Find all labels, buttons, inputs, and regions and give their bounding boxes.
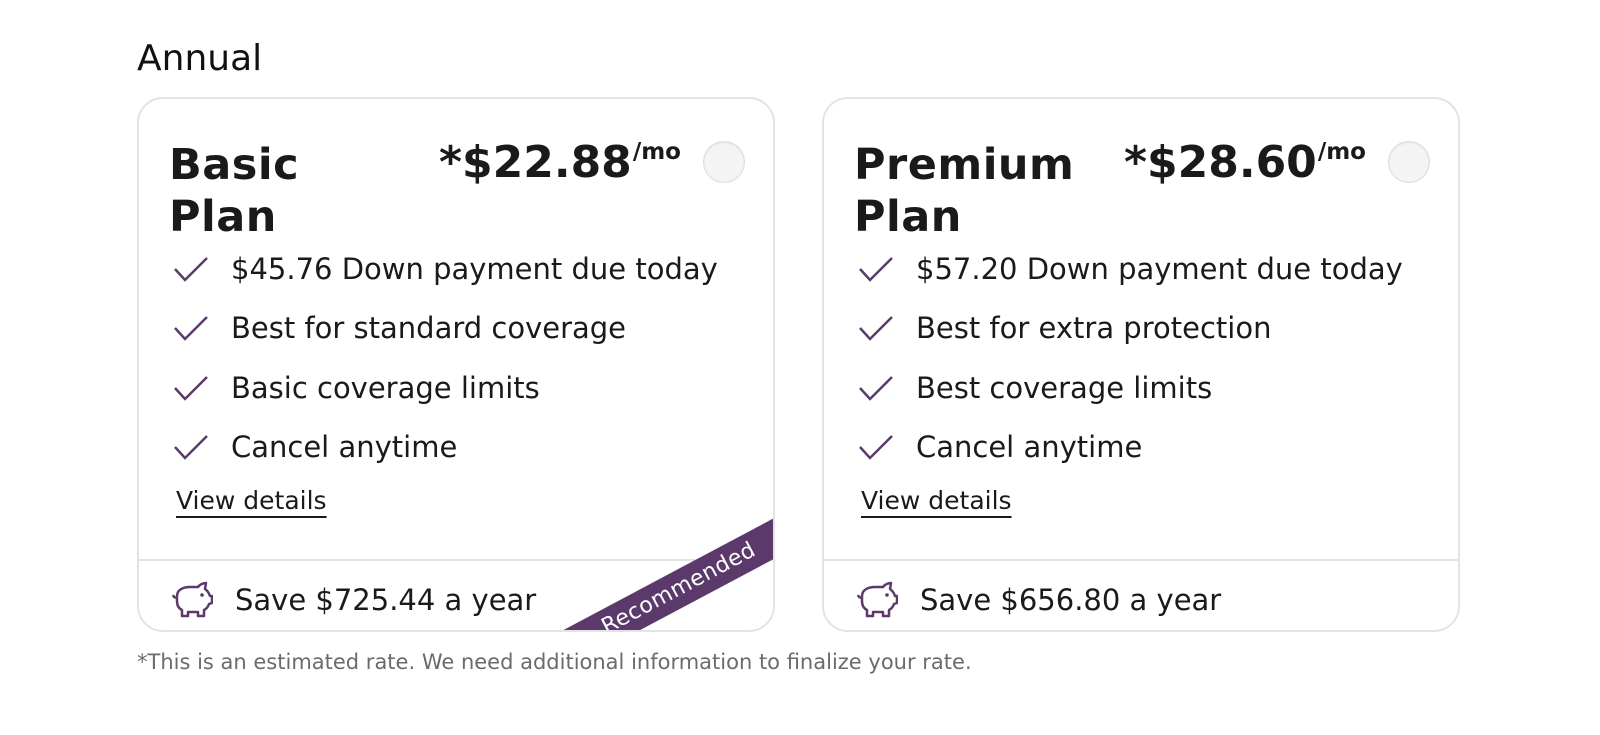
- feature-text: Basic coverage limits: [231, 370, 540, 405]
- check-icon: [174, 375, 208, 401]
- check-icon: [174, 435, 208, 461]
- piggy-bank-icon: [171, 581, 213, 618]
- feature-item: $57.20 Down payment due today: [858, 239, 1403, 299]
- plan-select-radio[interactable]: [1388, 141, 1430, 183]
- savings-row: Save $725.44 a year: [171, 581, 536, 619]
- section-title: Annual: [137, 38, 263, 79]
- feature-text: Cancel anytime: [916, 430, 1143, 465]
- savings-text: Save $656.80 a year: [920, 583, 1222, 617]
- feature-text: Best for standard coverage: [231, 311, 627, 346]
- feature-text: $57.20 Down payment due today: [916, 251, 1403, 286]
- footnote: *This is an estimated rate. We need addi…: [137, 650, 972, 674]
- plan-card-premium[interactable]: Premium Plan *$28.60/mo $57.20 Down paym…: [822, 97, 1460, 632]
- feature-item: Best for extra protection: [858, 299, 1403, 359]
- price-unit: /mo: [632, 139, 681, 165]
- check-icon: [174, 256, 208, 282]
- feature-item: Best for standard coverage: [173, 299, 718, 359]
- feature-item: Cancel anytime: [173, 418, 718, 478]
- check-icon: [859, 256, 893, 282]
- feature-item: Best coverage limits: [858, 358, 1403, 418]
- feature-item: Basic coverage limits: [173, 358, 718, 418]
- feature-text: $45.76 Down payment due today: [231, 251, 718, 286]
- savings-row: Save $656.80 a year: [856, 581, 1221, 619]
- check-icon: [174, 316, 208, 342]
- view-details-link[interactable]: View details: [861, 486, 1012, 515]
- feature-item: Cancel anytime: [858, 418, 1403, 478]
- plan-price: *$28.60/mo: [1124, 137, 1366, 188]
- piggy-bank-icon: [856, 581, 898, 618]
- feature-text: Best coverage limits: [916, 370, 1213, 405]
- price-amount: *$22.88: [439, 137, 632, 188]
- feature-text: Cancel anytime: [231, 430, 458, 465]
- price-amount: *$28.60: [1124, 137, 1317, 188]
- plan-name: Basic Plan: [169, 140, 300, 242]
- plan-select-radio[interactable]: [703, 141, 745, 183]
- feature-text: Best for extra protection: [916, 311, 1272, 346]
- plan-price: *$22.88/mo: [439, 137, 681, 188]
- feature-list: $57.20 Down payment due today Best for e…: [858, 239, 1403, 477]
- feature-list: $45.76 Down payment due today Best for s…: [173, 239, 718, 477]
- savings-text: Save $725.44 a year: [235, 583, 537, 617]
- plan-name: Premium Plan: [854, 140, 1075, 242]
- check-icon: [859, 375, 893, 401]
- check-icon: [859, 316, 893, 342]
- divider: [139, 559, 773, 561]
- feature-item: $45.76 Down payment due today: [173, 239, 718, 299]
- check-icon: [859, 435, 893, 461]
- plan-card-basic[interactable]: Basic Plan *$22.88/mo $45.76 Down paymen…: [137, 97, 775, 632]
- price-unit: /mo: [1317, 139, 1366, 165]
- view-details-link[interactable]: View details: [176, 486, 327, 515]
- divider: [824, 559, 1458, 561]
